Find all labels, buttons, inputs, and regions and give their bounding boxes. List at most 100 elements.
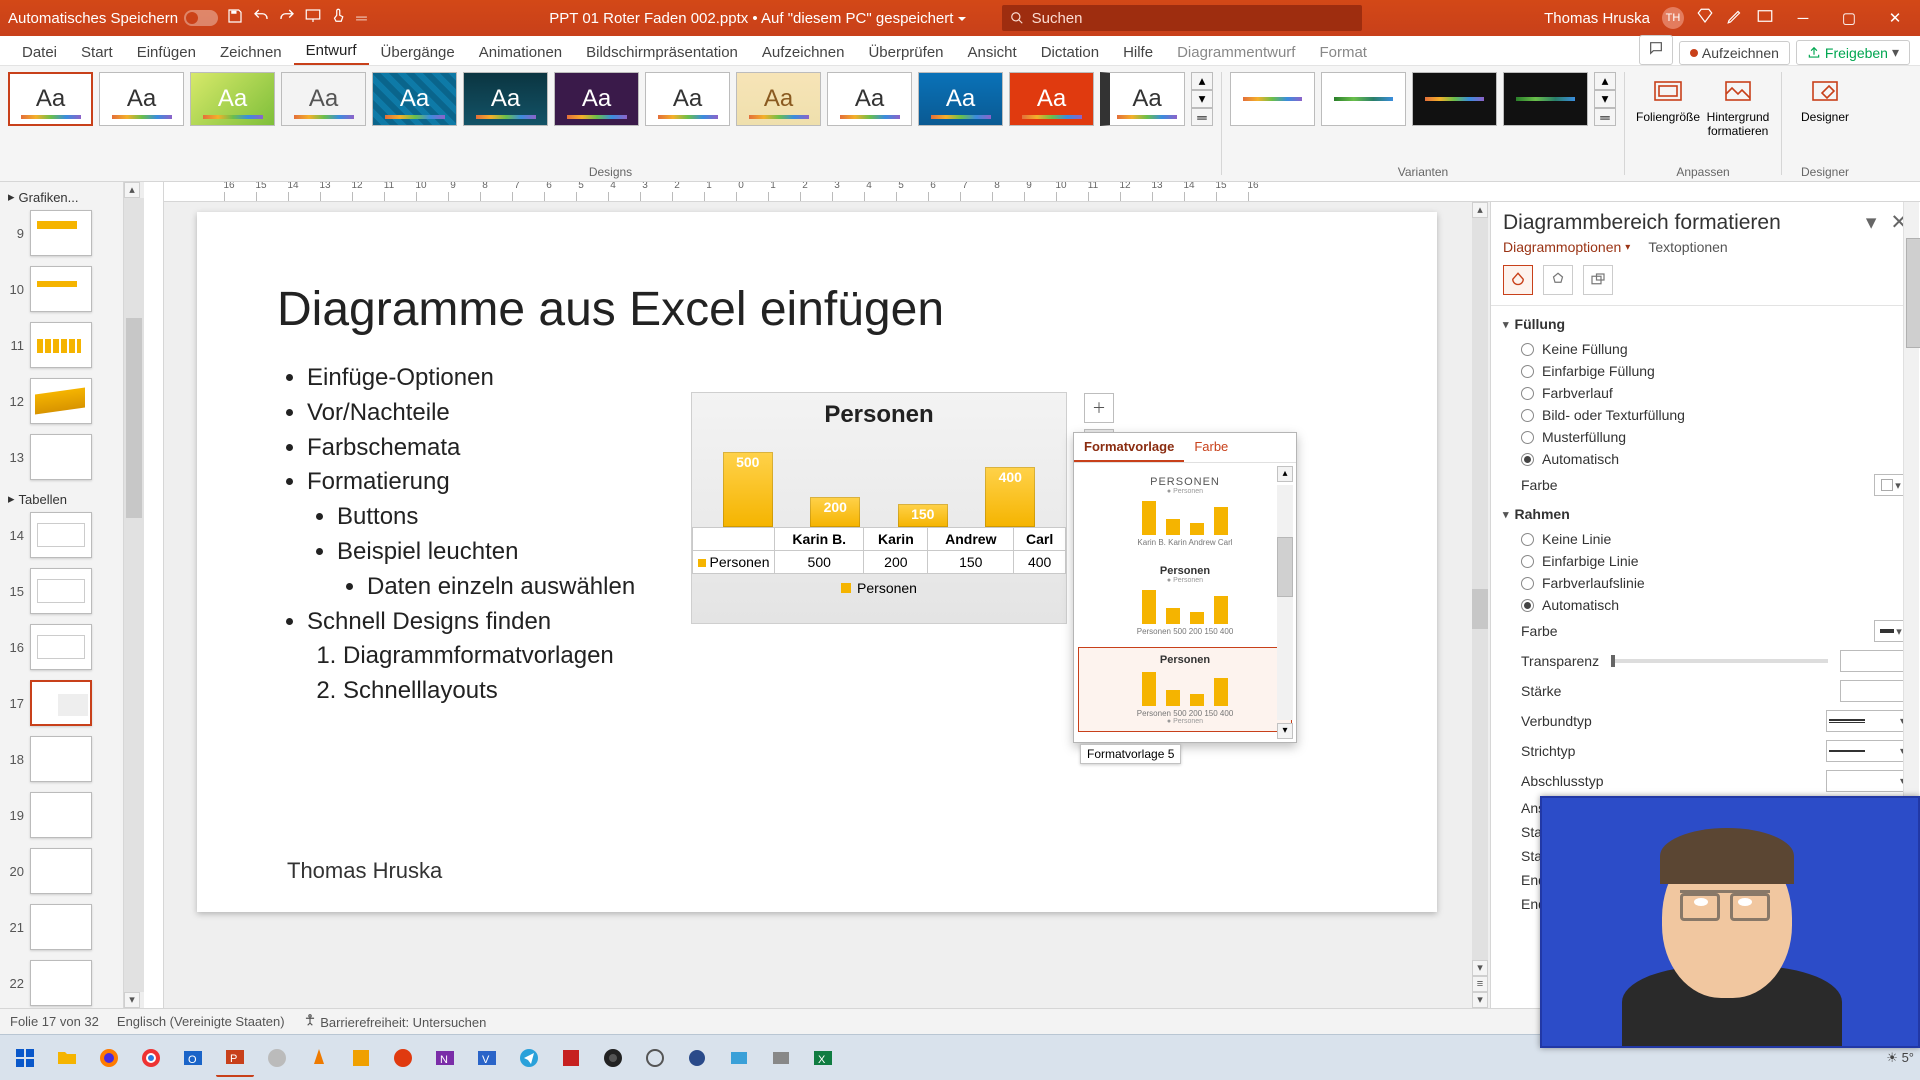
slide-thumb[interactable] [30,434,92,480]
fp-size-icon[interactable] [1583,265,1613,295]
format-subtab-text[interactable]: Textoptionen [1648,239,1727,255]
pen-icon[interactable] [1726,7,1744,29]
prev-slide-button[interactable]: ≡ [1472,976,1488,992]
flyout-scroll-thumb[interactable] [1277,537,1293,597]
tab-dictation[interactable]: Dictation [1029,40,1111,65]
search-input[interactable]: Suchen [1002,5,1362,31]
onenote-icon[interactable]: N [426,1039,464,1077]
tab-einfuegen[interactable]: Einfügen [125,40,208,65]
touch-mode-icon[interactable] [330,7,348,29]
tab-format[interactable]: Format [1307,40,1379,65]
tab-datei[interactable]: Datei [10,40,69,65]
radio-border-solid[interactable] [1521,555,1534,568]
flyout-tab-color[interactable]: Farbe [1184,433,1238,462]
tab-hilfe[interactable]: Hilfe [1111,40,1165,65]
radio-fill-gradient[interactable] [1521,387,1534,400]
user-avatar[interactable]: TH [1662,7,1684,29]
chart-elements-button[interactable]: ＋ [1084,393,1114,423]
app-icon[interactable] [552,1039,590,1077]
app-icon[interactable] [636,1039,674,1077]
comments-icon[interactable] [1639,35,1673,65]
transparency-spin[interactable] [1840,650,1908,672]
present-icon[interactable] [304,7,322,29]
slide-canvas[interactable]: Diagramme aus Excel einfügen Einfüge-Opt… [164,202,1470,1008]
slide-panel-scrollbar[interactable]: ▴ ▾ [124,182,144,1008]
gallery-more-button[interactable]: ═ [1191,108,1213,126]
flyout-scroll-up[interactable]: ▴ [1277,466,1293,482]
user-name[interactable]: Thomas Hruska [1544,10,1650,27]
slide-thumb[interactable] [30,568,92,614]
tab-zeichnen[interactable]: Zeichnen [208,40,294,65]
fp-section-fill[interactable]: Füllung [1503,310,1908,338]
section-header[interactable]: ▸ Tabellen [0,488,123,510]
tab-diagrammentwurf[interactable]: Diagrammentwurf [1165,40,1307,65]
theme-thumb[interactable]: Aa [554,72,639,126]
theme-thumb[interactable]: Aa [1009,72,1094,126]
tab-uebergaenge[interactable]: Übergänge [369,40,467,65]
slide-thumb[interactable] [30,904,92,950]
fp-section-border[interactable]: Rahmen [1503,500,1908,528]
obs-icon[interactable] [594,1039,632,1077]
slide-thumb[interactable] [30,322,92,368]
theme-thumb[interactable]: Aa [736,72,821,126]
cap-select[interactable]: ▾ [1826,770,1908,792]
variant-thumb[interactable] [1412,72,1497,126]
app-icon[interactable] [678,1039,716,1077]
app-icon[interactable] [762,1039,800,1077]
chrome-icon[interactable] [132,1039,170,1077]
slide-thumb[interactable] [30,266,92,312]
theme-thumb[interactable]: Aa [372,72,457,126]
slide-thumbnail-panel[interactable]: ▸ Grafiken... 9 10 11 12 13 ▸ Tabellen 1… [0,182,124,1008]
fp-effects-icon[interactable] [1543,265,1573,295]
tab-entwurf[interactable]: Entwurf [294,38,369,65]
qat-more-icon[interactable]: ═ [356,10,367,27]
compound-select[interactable]: ▾ [1826,710,1908,732]
tab-ueberpruefen[interactable]: Überprüfen [856,40,955,65]
flyout-scroll-track[interactable] [1277,485,1293,720]
slide-thumb[interactable] [30,792,92,838]
maximize-button[interactable]: ▢ [1832,6,1866,30]
tab-bildschirmpraesentation[interactable]: Bildschirmpräsentation [574,40,750,65]
variant-gallery[interactable]: ▴ ▾ ═ [1222,66,1624,132]
transparency-slider[interactable] [1611,659,1828,663]
app-icon[interactable] [258,1039,296,1077]
file-explorer-icon[interactable] [48,1039,86,1077]
weather-widget[interactable]: ☀ 5° [1886,1050,1914,1066]
variant-up-button[interactable]: ▴ [1594,72,1616,90]
next-slide-button[interactable]: ▾ [1472,992,1488,1008]
firefox-icon[interactable] [90,1039,128,1077]
gallery-up-button[interactable]: ▴ [1191,72,1213,90]
theme-thumb[interactable]: Aa [1100,72,1185,126]
variant-thumb[interactable] [1321,72,1406,126]
slide-thumb[interactable] [30,736,92,782]
vlc-icon[interactable] [300,1039,338,1077]
close-button[interactable]: ✕ [1878,6,1912,30]
theme-thumb[interactable]: Aa [463,72,548,126]
excel-icon[interactable]: X [804,1039,842,1077]
slide-thumb[interactable] [30,210,92,256]
start-button[interactable] [6,1039,44,1077]
visio-icon[interactable]: V [468,1039,506,1077]
designer-button[interactable]: Designer [1790,72,1860,128]
format-background-button[interactable]: Hintergrund formatieren [1703,72,1773,143]
gallery-down-button[interactable]: ▾ [1191,90,1213,108]
radio-fill-pattern[interactable] [1521,431,1534,444]
accessibility-check[interactable]: Barrierefreiheit: Untersuchen [303,1013,487,1030]
radio-fill-none[interactable] [1521,343,1534,356]
radio-border-auto[interactable] [1521,599,1534,612]
theme-thumb[interactable]: Aa [190,72,275,126]
theme-thumb[interactable]: Aa [99,72,184,126]
slide-counter[interactable]: Folie 17 von 32 [10,1014,99,1029]
flyout-scroll-down[interactable]: ▾ [1277,723,1293,739]
slide-thumb[interactable] [30,624,92,670]
outlook-icon[interactable]: O [174,1039,212,1077]
theme-thumb[interactable]: Aa [8,72,93,126]
language-indicator[interactable]: Englisch (Vereinigte Staaten) [117,1014,285,1029]
share-button[interactable]: Freigeben ▾ [1796,40,1910,65]
format-subtab-chart[interactable]: Diagrammoptionen ▾ [1503,239,1630,255]
slide-thumb-selected[interactable] [30,680,92,726]
canvas-scrollbar[interactable]: ▴ ▾ ≡ ▾ [1470,202,1490,1008]
format-pane-dropdown[interactable]: ▾ [1866,210,1877,235]
tab-animationen[interactable]: Animationen [467,40,574,65]
record-button[interactable]: Aufzeichnen [1679,41,1790,65]
